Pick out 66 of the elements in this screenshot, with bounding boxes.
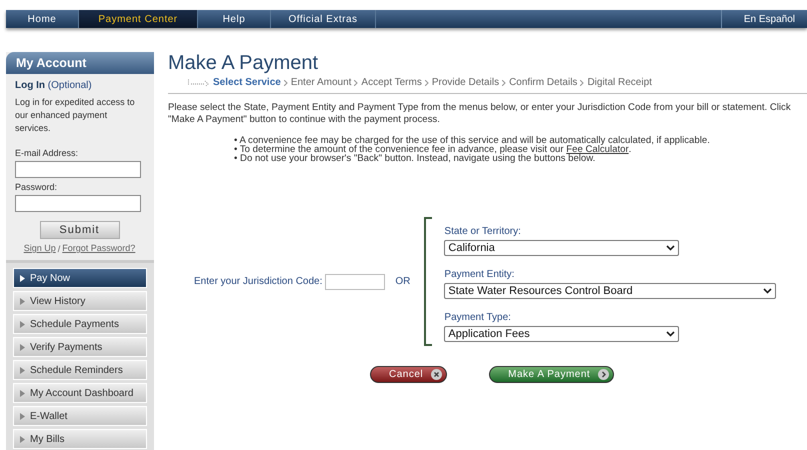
select-label: State or Territory: <box>444 226 521 237</box>
link-separator: / <box>58 243 60 256</box>
chevron-icon <box>354 80 358 86</box>
sidebar-menu-item[interactable]: View History <box>13 291 147 311</box>
breadcrumb-step: Enter Amount <box>290 77 352 88</box>
chevron-icon <box>502 80 506 86</box>
chevron-down-icon <box>666 331 676 337</box>
or-label: OR <box>395 276 410 287</box>
chevron-icon <box>580 80 584 86</box>
jurisdiction-code-field[interactable] <box>325 274 386 290</box>
close-icon <box>431 369 442 380</box>
bullet-text: • To determine the amount of the convenience fee in advance, please visit our <box>234 145 564 154</box>
bullet-text: • Do not use your browser's "Back" button. Instead, navigate using the buttons below. <box>234 154 596 163</box>
triangle-icon <box>20 412 25 420</box>
email-label: E-mail Address: <box>15 147 80 160</box>
forgot-password-link[interactable]: Forgot Password? <box>62 243 136 256</box>
page-title: Make A Payment <box>168 52 320 75</box>
sidebar-menu-item[interactable]: Pay Now <box>13 268 147 288</box>
triangle-icon <box>20 344 25 350</box>
chevron-down-icon <box>763 288 772 294</box>
breadcrumb-step: Digital Receipt <box>587 77 652 88</box>
password-label: Password: <box>15 181 58 194</box>
submit-button[interactable]: Make A Payment <box>489 366 614 383</box>
select-label: Payment Entity: <box>444 269 514 280</box>
sidebar-title: My Account <box>6 52 154 74</box>
sidebar-menu-item[interactable]: Verify Payments <box>13 337 147 357</box>
nav-tab[interactable]: Payment Center <box>79 10 198 28</box>
triangle-icon <box>20 366 25 374</box>
login-note: (Optional) <box>48 80 92 91</box>
triangle-icon <box>20 298 25 304</box>
instructions-text: Please select the State, Payment Entity and Payment Type from the menus below, or enter your Jurisdiction Code from your bill or statement. Click "Make A Payment" button to continue with the payment process. <box>168 102 792 126</box>
triangle-icon <box>20 320 25 328</box>
chevron-down-icon <box>666 245 676 251</box>
breadcrumb-step: Accept Terms <box>361 77 422 88</box>
sidebar-menu-item[interactable]: Schedule Payments <box>13 314 147 334</box>
login-description: Log in for expedited access to our enhanced payment services. <box>15 96 136 135</box>
breadcrumb-step: Select Service <box>213 77 281 88</box>
login-title: Log In <box>15 80 45 91</box>
dropdown-select[interactable]: State Water Resources Control Board <box>444 283 776 299</box>
chevron-icon <box>284 80 288 86</box>
select-label: Payment Type: <box>444 312 511 323</box>
jurisdiction-label: Enter your Jurisdiction Code: <box>194 276 322 287</box>
nav-tab[interactable]: Official Extras <box>271 10 376 28</box>
triangle-icon <box>20 274 25 282</box>
breadcrumb-step: Confirm Details <box>509 77 578 88</box>
dotted-arrow-icon <box>188 79 210 86</box>
dropdown-select[interactable]: California <box>444 240 680 256</box>
triangle-icon <box>20 436 25 442</box>
dropdown-select[interactable]: Application Fees <box>444 326 680 342</box>
nav-tab[interactable]: Help <box>198 10 271 28</box>
breadcrumb-step: Provide Details <box>432 77 500 88</box>
bullet-text: • A convenience fee may be charged for the use of this service and will be automatically calculated, if applicable. <box>234 136 711 145</box>
sign-up-link[interactable]: Sign Up <box>24 243 56 256</box>
email-field[interactable] <box>15 161 141 178</box>
sidebar-menu-item[interactable]: Schedule Reminders <box>13 360 147 380</box>
submit-button[interactable]: Submit <box>40 221 120 239</box>
triangle-icon <box>20 390 25 396</box>
password-field[interactable] <box>15 195 141 212</box>
cancel-button[interactable]: Cancel <box>370 366 448 383</box>
sidebar-menu-item[interactable]: My Bills <box>13 429 147 449</box>
sidebar-menu-item[interactable]: My Account Dashboard <box>13 383 147 403</box>
fee-calculator-link[interactable]: Fee Calculator <box>566 144 629 155</box>
bullet-punctuation: . <box>628 145 632 154</box>
sidebar-menu-item[interactable]: E-Wallet <box>13 406 147 426</box>
chevron-icon <box>424 80 429 86</box>
language-link[interactable]: En Español <box>720 10 807 28</box>
